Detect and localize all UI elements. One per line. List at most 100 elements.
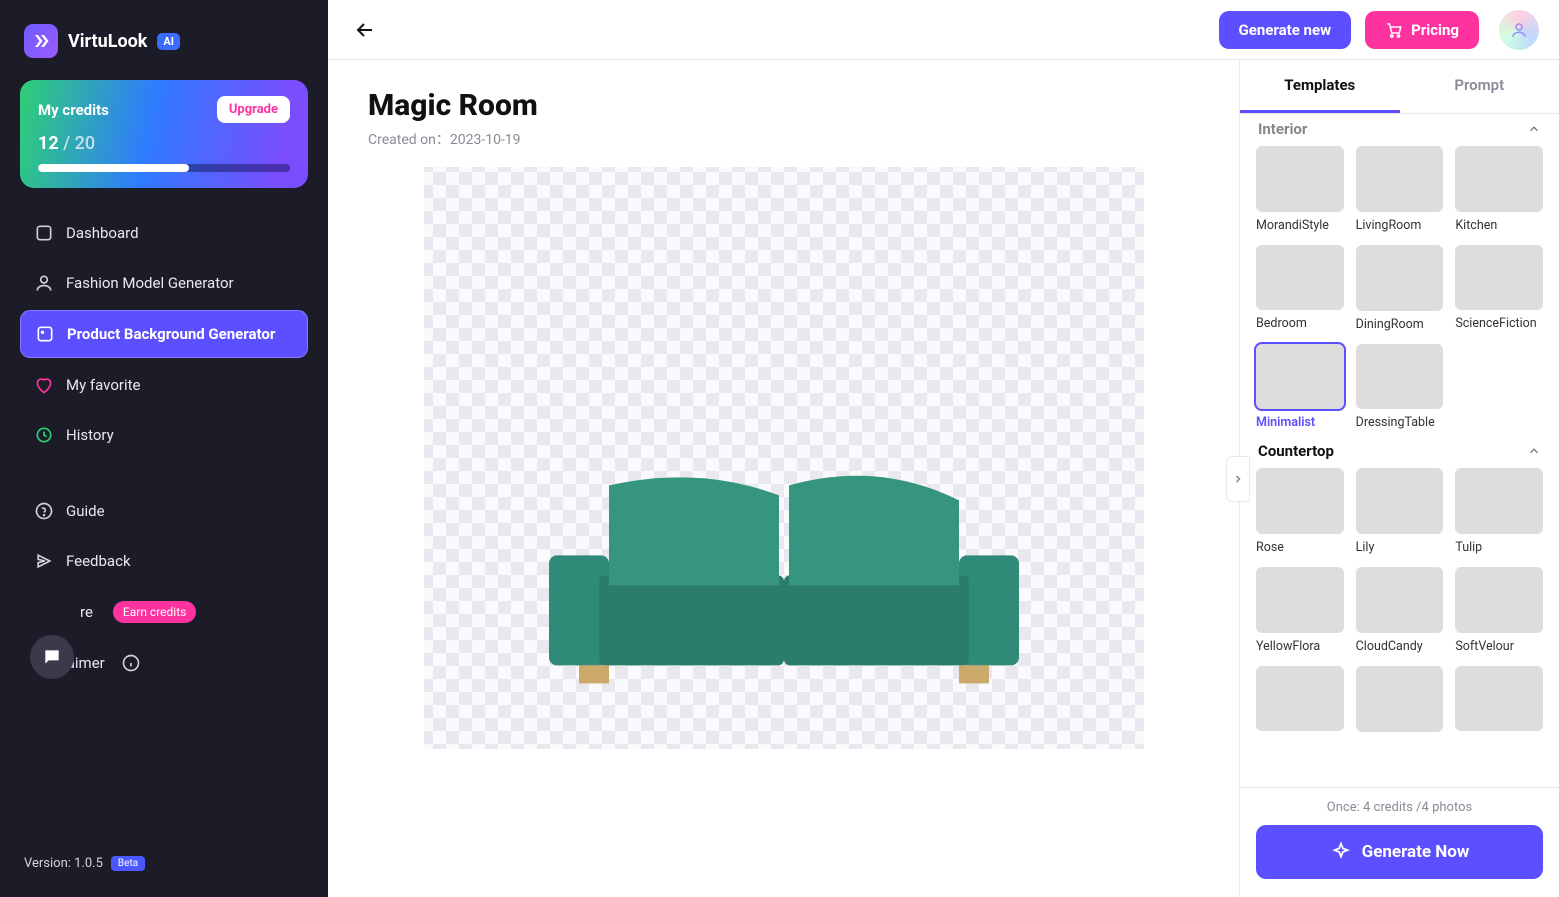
upgrade-button[interactable]: Upgrade bbox=[217, 96, 290, 123]
credits-progress bbox=[38, 164, 290, 172]
sidebar-item-favorite[interactable]: My favorite bbox=[20, 362, 308, 408]
user-icon bbox=[34, 273, 54, 293]
chat-bubble-button[interactable] bbox=[30, 635, 74, 679]
template-tile-minimalist[interactable]: Minimalist bbox=[1256, 344, 1344, 431]
template-label: SoftVelour bbox=[1455, 639, 1543, 654]
tab-prompt[interactable]: Prompt bbox=[1400, 60, 1559, 113]
template-tile[interactable] bbox=[1256, 666, 1344, 732]
credits-used: 12 bbox=[38, 133, 59, 154]
credits-total: 20 bbox=[75, 133, 95, 154]
template-tile-tulip[interactable]: Tulip bbox=[1455, 468, 1543, 555]
help-icon bbox=[34, 501, 54, 521]
template-thumb bbox=[1356, 344, 1444, 410]
template-thumb bbox=[1356, 468, 1444, 534]
template-label: Lily bbox=[1356, 540, 1444, 555]
sidebar-item-feedback[interactable]: Feedback bbox=[20, 538, 308, 584]
credits-count: 12 / 20 bbox=[38, 133, 290, 154]
template-label: Tulip bbox=[1455, 540, 1543, 555]
template-tile[interactable] bbox=[1455, 666, 1543, 732]
chevron-right-icon bbox=[1232, 473, 1244, 485]
template-label: MorandiStyle bbox=[1256, 218, 1344, 233]
workspace: Magic Room Created on：2023-10-19 bbox=[328, 60, 1559, 897]
created-label: Created on： bbox=[368, 132, 450, 148]
cart-icon bbox=[1385, 21, 1403, 39]
template-label: LivingRoom bbox=[1356, 218, 1444, 233]
product-canvas[interactable] bbox=[424, 167, 1144, 749]
tab-templates[interactable]: Templates bbox=[1240, 60, 1400, 113]
template-thumb bbox=[1256, 146, 1344, 212]
section-interior-title: Interior bbox=[1258, 120, 1307, 138]
pricing-button[interactable]: Pricing bbox=[1365, 11, 1479, 49]
sidebar-item-label: Fashion Model Generator bbox=[66, 274, 234, 292]
generation-cost: Once: 4 credits /4 photos bbox=[1256, 800, 1543, 815]
back-button[interactable] bbox=[348, 13, 382, 47]
brand-ai-badge: AI bbox=[157, 33, 180, 50]
sidebar-item-earn[interactable]: re Earn credits bbox=[20, 588, 308, 636]
template-tile-rose[interactable]: Rose bbox=[1256, 468, 1344, 555]
template-tile-yellowflora[interactable]: YellowFlora bbox=[1256, 567, 1344, 654]
template-thumb bbox=[1256, 567, 1344, 633]
template-label: DiningRoom bbox=[1356, 317, 1444, 332]
arrow-left-icon bbox=[353, 18, 377, 42]
generate-now-label: Generate Now bbox=[1362, 842, 1470, 862]
sparkle-icon bbox=[1330, 841, 1352, 863]
section-countertop-head[interactable]: Countertop bbox=[1256, 430, 1543, 468]
template-tile-morandistyle[interactable]: MorandiStyle bbox=[1256, 146, 1344, 233]
template-label: Minimalist bbox=[1256, 415, 1344, 430]
sidebar: VirtuLook AI My credits Upgrade 12 / 20 … bbox=[0, 0, 328, 897]
template-tile-lily[interactable]: Lily bbox=[1356, 468, 1444, 555]
sidebar-item-label: re bbox=[80, 603, 93, 621]
generate-new-button[interactable]: Generate new bbox=[1219, 11, 1352, 49]
grid-interior: MorandiStyle LivingRoom Kitchen Bedroom Dini… bbox=[1256, 146, 1543, 430]
panel-collapse-button[interactable] bbox=[1226, 456, 1250, 502]
template-label: CloudCandy bbox=[1356, 639, 1444, 654]
template-tile-diningroom[interactable]: DiningRoom bbox=[1356, 245, 1444, 332]
avatar-button[interactable] bbox=[1499, 10, 1539, 50]
section-interior-head[interactable]: Interior bbox=[1256, 114, 1543, 146]
sidebar-item-fashion[interactable]: Fashion Model Generator bbox=[20, 260, 308, 306]
template-tile-dressingtable[interactable]: DressingTable bbox=[1356, 344, 1444, 431]
sidebar-item-label: Product Background Generator bbox=[67, 325, 275, 343]
generate-now-button[interactable]: Generate Now bbox=[1256, 825, 1543, 879]
template-thumb bbox=[1356, 146, 1444, 212]
sidebar-item-guide[interactable]: Guide bbox=[20, 488, 308, 534]
sidebar-item-product-bg[interactable]: Product Background Generator bbox=[20, 310, 308, 358]
template-tile-bedroom[interactable]: Bedroom bbox=[1256, 245, 1344, 332]
credits-progress-fill bbox=[38, 164, 189, 172]
template-label: DressingTable bbox=[1356, 415, 1444, 430]
panel-footer: Once: 4 credits /4 photos Generate Now bbox=[1240, 787, 1559, 897]
chevron-up-icon bbox=[1527, 122, 1541, 136]
beta-badge: Beta bbox=[111, 856, 145, 871]
credits-card: My credits Upgrade 12 / 20 bbox=[20, 80, 308, 188]
template-thumb bbox=[1455, 468, 1543, 534]
earn-credits-pill: Earn credits bbox=[113, 601, 196, 623]
sidebar-item-history[interactable]: History bbox=[20, 412, 308, 458]
version-row: Version: 1.0.5 Beta bbox=[20, 848, 308, 879]
template-thumb bbox=[1455, 245, 1543, 311]
clock-icon bbox=[34, 425, 54, 445]
panel-scroll[interactable]: Interior MorandiStyle LivingRoom Kitchen Be… bbox=[1240, 114, 1559, 787]
sidebar-item-label: History bbox=[66, 426, 114, 444]
image-icon bbox=[35, 324, 55, 344]
right-panel: Templates Prompt Interior MorandiStyle Li… bbox=[1239, 60, 1559, 897]
template-label: Bedroom bbox=[1256, 316, 1344, 331]
template-tile-livingroom[interactable]: LivingRoom bbox=[1356, 146, 1444, 233]
template-thumb bbox=[1356, 567, 1444, 633]
sidebar-item-label: Guide bbox=[66, 502, 105, 520]
created-date: 2023-10-19 bbox=[450, 132, 521, 148]
template-thumb bbox=[1455, 567, 1543, 633]
template-tile-cloudcandy[interactable]: CloudCandy bbox=[1356, 567, 1444, 654]
sidebar-item-dashboard[interactable]: Dashboard bbox=[20, 210, 308, 256]
dashboard-icon bbox=[34, 223, 54, 243]
info-icon bbox=[121, 653, 141, 673]
panel-tabs: Templates Prompt bbox=[1240, 60, 1559, 114]
template-tile-softvelour[interactable]: SoftVelour bbox=[1455, 567, 1543, 654]
template-tile-sciencefiction[interactable]: ScienceFiction bbox=[1455, 245, 1543, 332]
template-tile[interactable] bbox=[1356, 666, 1444, 732]
product-sofa bbox=[549, 465, 1019, 685]
template-label: ScienceFiction bbox=[1455, 316, 1543, 331]
credits-title: My credits bbox=[38, 101, 109, 119]
page-title: Magic Room bbox=[368, 88, 1199, 123]
template-tile-kitchen[interactable]: Kitchen bbox=[1455, 146, 1543, 233]
chevron-up-icon bbox=[1527, 444, 1541, 458]
